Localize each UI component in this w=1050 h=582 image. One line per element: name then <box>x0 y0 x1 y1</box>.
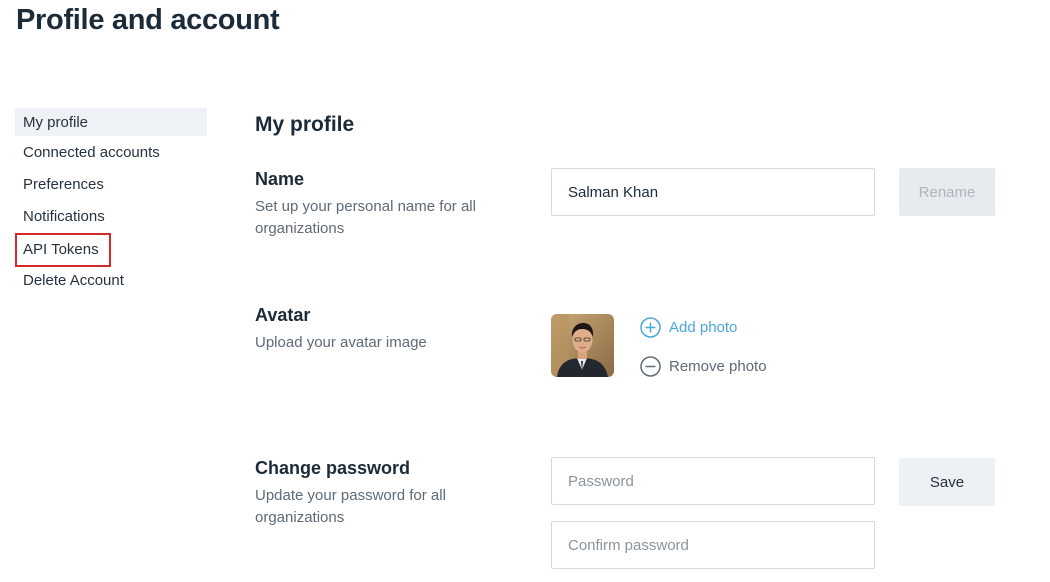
sidebar-item-preferences[interactable]: Preferences <box>15 170 207 202</box>
name-description: Set up your personal name for all organi… <box>255 198 476 237</box>
change-password-label: Change password <box>255 458 411 478</box>
sidebar-item-delete-account[interactable]: Delete Account <box>15 266 207 298</box>
name-input[interactable] <box>551 168 875 216</box>
sidebar-item-connected-accounts[interactable]: Connected accounts <box>15 138 207 170</box>
remove-photo-label: Remove photo <box>669 357 767 375</box>
confirm-password-field[interactable] <box>551 521 875 569</box>
sidebar-item-my-profile[interactable]: My profile <box>15 108 207 136</box>
save-button[interactable]: Save <box>899 458 995 506</box>
name-label: Name <box>255 169 305 189</box>
avatar <box>551 314 614 377</box>
section-title: My profile <box>255 113 355 136</box>
profile-page: Profile and account My profile Connected… <box>0 0 1050 582</box>
avatar-label: Avatar <box>255 305 311 325</box>
avatar-description: Upload your avatar image <box>255 334 427 351</box>
add-photo-button[interactable]: Add photo <box>640 316 737 338</box>
sidebar-nav: My profile Connected accounts Preference… <box>15 108 207 298</box>
sidebar-item-notifications[interactable]: Notifications <box>15 202 207 234</box>
plus-circle-icon <box>640 316 661 338</box>
page-title: Profile and account <box>16 4 280 36</box>
sidebar-item-api-tokens[interactable]: API Tokens <box>15 233 111 267</box>
remove-photo-button[interactable]: Remove photo <box>640 355 767 377</box>
change-password-description: Update your password for all organizatio… <box>255 487 446 526</box>
password-field[interactable] <box>551 457 875 505</box>
rename-button[interactable]: Rename <box>899 168 995 216</box>
add-photo-label: Add photo <box>669 318 738 336</box>
minus-circle-icon <box>640 355 661 377</box>
